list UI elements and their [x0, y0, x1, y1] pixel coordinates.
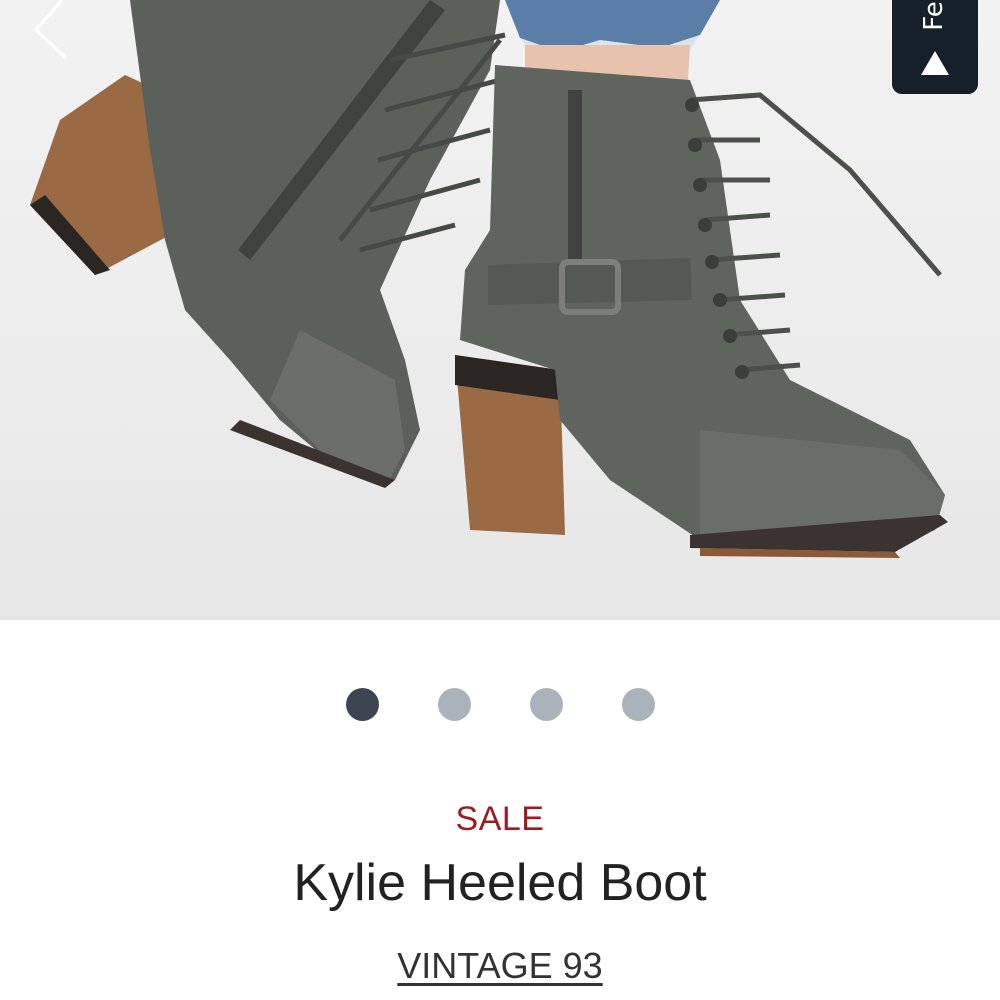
- triangle-up-icon: [921, 51, 949, 75]
- pagination-dot-2[interactable]: [438, 688, 471, 721]
- pagination-dot-3[interactable]: [530, 688, 563, 721]
- pagination-dot-1[interactable]: [346, 688, 379, 721]
- product-image[interactable]: [0, 0, 1000, 620]
- image-pagination-dots: [0, 688, 1000, 724]
- feedback-label: Fe: [919, 1, 949, 31]
- chevron-left-icon: [33, 0, 68, 60]
- pagination-dot-4[interactable]: [622, 688, 655, 721]
- previous-image-button[interactable]: [20, 0, 80, 70]
- brand-link[interactable]: VINTAGE 93: [397, 945, 602, 986]
- feedback-tab[interactable]: Fe: [892, 0, 978, 94]
- boots-photo: [30, 0, 948, 558]
- sale-badge: SALE: [455, 800, 545, 838]
- brand-wrapper: VINTAGE 93: [0, 945, 1000, 987]
- product-title: Kylie Heeled Boot: [293, 854, 707, 912]
